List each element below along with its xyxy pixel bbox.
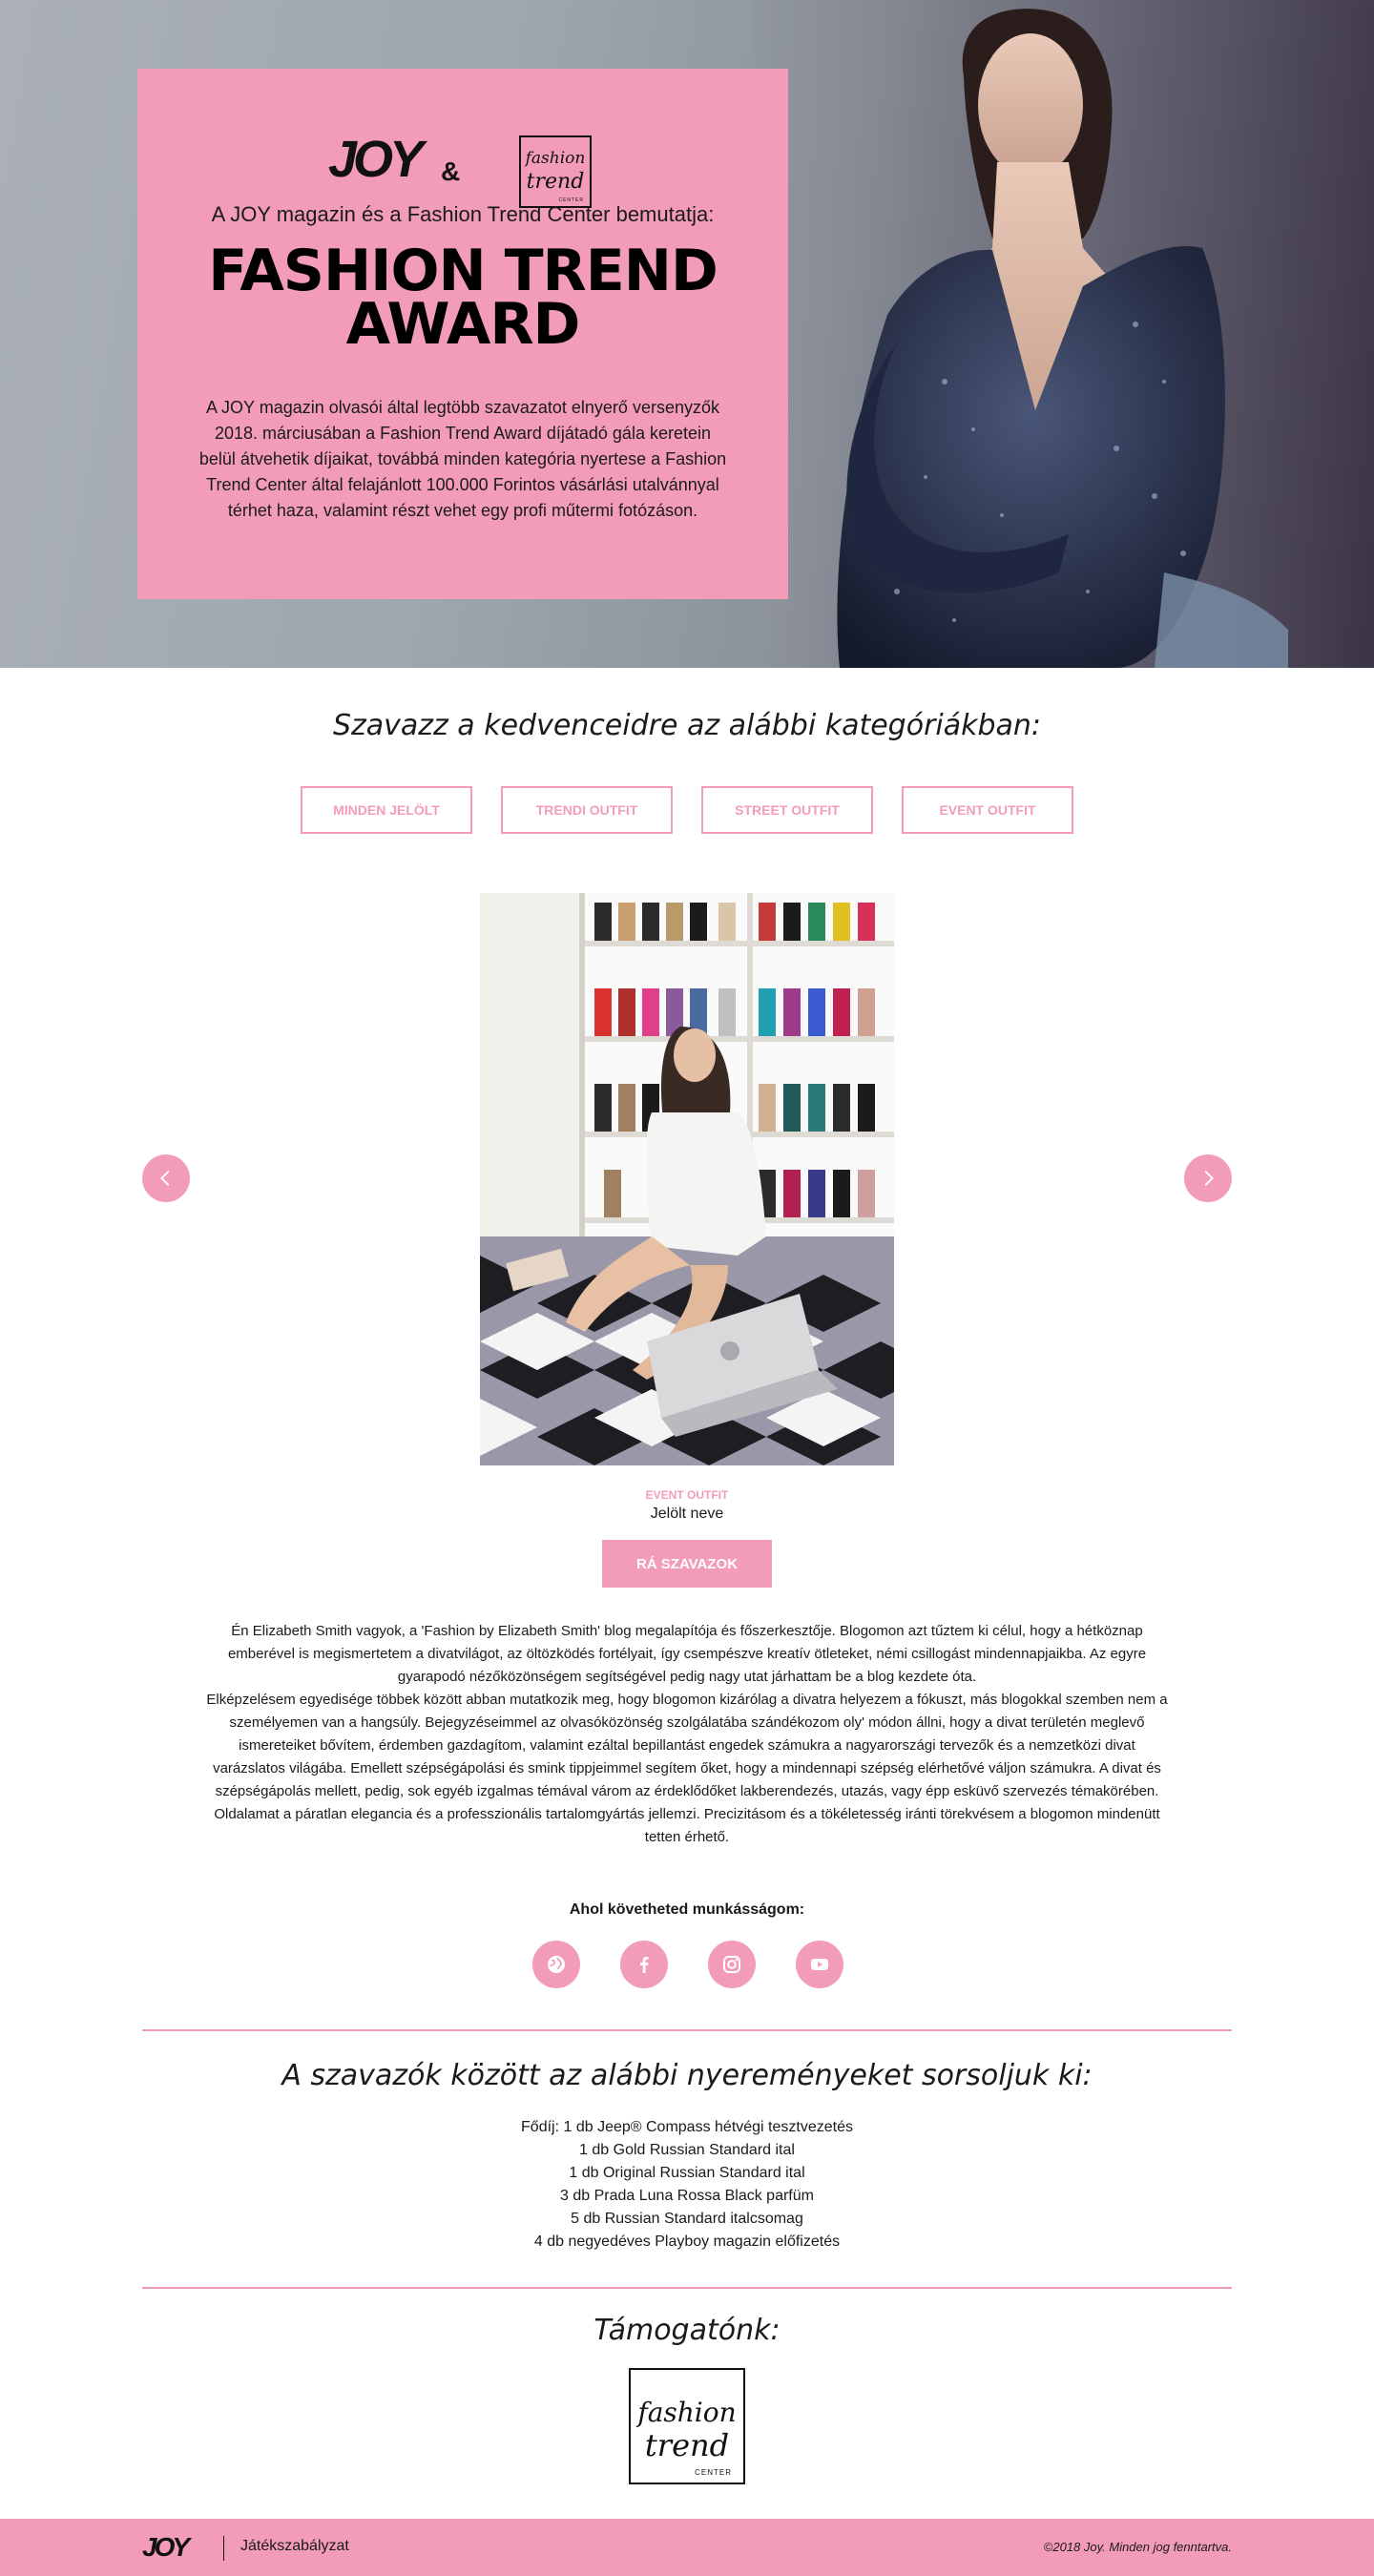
bio-paragraph: Én Elizabeth Smith vagyok, a 'Fashion by…	[227, 1623, 1147, 1685]
carousel-next-button[interactable]	[1184, 1154, 1232, 1202]
bio-paragraph: Elképzelésem egyedisége többek között ab…	[206, 1692, 1168, 1799]
page-title: FASHION TREND AWARD	[137, 238, 788, 358]
section-divider	[142, 2287, 1232, 2289]
carousel-prev-button[interactable]	[142, 1154, 190, 1202]
section-divider	[142, 2029, 1232, 2031]
bio-paragraph: Oldalamat a páratlan elegancia és a prof…	[214, 1806, 1160, 1845]
chevron-right-icon	[1204, 1171, 1214, 1186]
instagram-link[interactable]	[708, 1941, 756, 1988]
facebook-icon	[640, 1957, 649, 1973]
prize-item: 4 db negyedéves Playboy magazin előfizet…	[533, 2233, 841, 2250]
prize-list: Fődíj: 1 db Jeep® Compass hétvégi tesztv…	[0, 2116, 1374, 2254]
footer: JOY Játékszabályzat ©2018 Joy. Minden jo…	[0, 2519, 1374, 2576]
tab-trendi-outfit[interactable]: TRENDI OUTFIT	[501, 786, 673, 834]
prize-item: Fődíj: 1 db Jeep® Compass hétvégi tesztv…	[521, 2119, 853, 2135]
website-link[interactable]	[532, 1941, 580, 1988]
sponsor-logo-line2: trend	[644, 2427, 730, 2463]
category-tabs: MINDEN JELÖLT TRENDI OUTFIT STREET OUTFI…	[301, 786, 1073, 834]
candidate-bio: Én Elizabeth Smith vagyok, a 'Fashion by…	[205, 1620, 1169, 1849]
ftc-logo-line1: fashion	[525, 149, 586, 168]
title-line-2: AWARD	[345, 291, 581, 358]
footer-separator	[223, 2536, 224, 2561]
tab-event-outfit[interactable]: EVENT OUTFIT	[902, 786, 1073, 834]
fashion-trend-center-logo: fashion trend CENTER	[519, 135, 592, 208]
ampersand: &	[441, 156, 461, 186]
hero-banner: JOY & fashion trend CENTER A JOY magazin…	[0, 0, 1374, 668]
joy-logo: JOY	[328, 131, 424, 188]
prize-item: 1 db Gold Russian Standard ital	[579, 2142, 795, 2158]
promo-description: A JOY magazin olvasói által legtöbb szav…	[198, 398, 727, 520]
hero-model-photo	[754, 0, 1374, 668]
sponsor-logo-line3: CENTER	[695, 2468, 732, 2477]
ftc-logo-line2: trend	[526, 170, 585, 194]
sponsor-heading: Támogatónk:	[593, 2314, 781, 2347]
chevron-left-icon	[160, 1171, 170, 1186]
candidate-name: Jelölt neve	[650, 1506, 724, 1522]
rules-link[interactable]: Játékszabályzat	[240, 2538, 349, 2555]
globe-icon	[548, 1956, 565, 1973]
tab-street-outfit[interactable]: STREET OUTFIT	[701, 786, 873, 834]
follow-label: Ahol követheted munkásságom:	[569, 1901, 805, 1918]
prize-item: 5 db Russian Standard italcsomag	[571, 2211, 803, 2227]
sponsor-logo-line1: fashion	[637, 2397, 737, 2428]
candidate-category: EVENT OUTFIT	[645, 1488, 729, 1502]
prizes-heading: A szavazók között az alábbi nyereményeke…	[281, 2059, 1093, 2092]
promo-card: JOY & fashion trend CENTER A JOY magazin…	[137, 69, 788, 599]
copyright: ©2018 Joy. Minden jog fenntartva.	[1043, 2540, 1232, 2554]
promo-intro: A JOY magazin és a Fashion Trend Center …	[211, 202, 715, 226]
instagram-icon	[723, 1956, 740, 1973]
prize-item: 1 db Original Russian Standard ital	[569, 2165, 805, 2181]
brand-logos: JOY & fashion trend CENTER	[137, 103, 788, 208]
social-links	[532, 1941, 843, 1988]
candidate-photo	[480, 893, 894, 1465]
sponsor-logo[interactable]: fashion trend CENTER	[629, 2368, 745, 2484]
vote-button[interactable]: RÁ SZAVAZOK	[602, 1540, 772, 1588]
tab-all-candidates[interactable]: MINDEN JELÖLT	[301, 786, 472, 834]
title-line-1: FASHION TREND	[208, 238, 718, 304]
vote-heading: Szavazz a kedvenceidre az alábbi kategór…	[332, 709, 1042, 742]
footer-joy-logo[interactable]: JOY	[142, 2532, 190, 2563]
youtube-icon	[811, 1959, 828, 1970]
youtube-link[interactable]	[796, 1941, 843, 1988]
prize-item: 3 db Prada Luna Rossa Black parfüm	[560, 2188, 814, 2204]
facebook-link[interactable]	[620, 1941, 668, 1988]
